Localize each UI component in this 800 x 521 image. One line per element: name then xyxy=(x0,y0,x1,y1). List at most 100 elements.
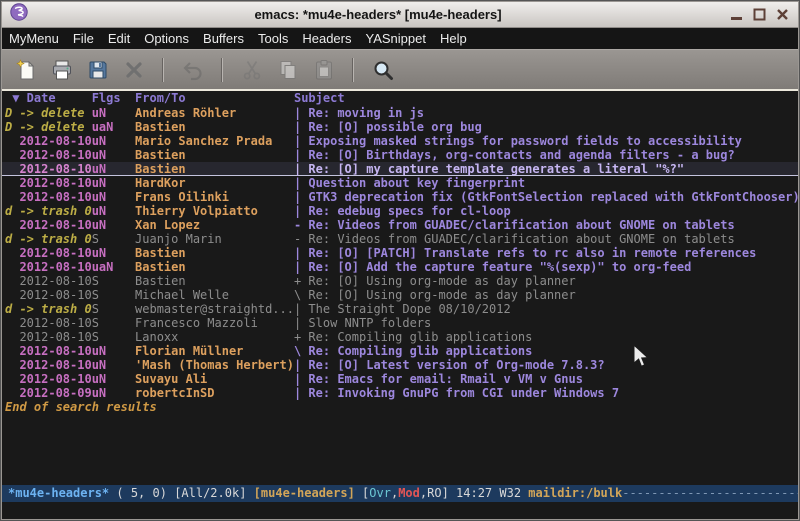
message-date: D -> delete xyxy=(5,120,92,134)
toolbar-separator xyxy=(352,58,354,82)
modeline-segment-plain: 14:27 xyxy=(456,486,499,500)
message-date: 2012-08-09 xyxy=(5,386,92,400)
column-header-flags[interactable]: Flgs xyxy=(92,91,135,106)
message-row[interactable]: 2012-08-10uNFlorian Müllner\ Re: Compili… xyxy=(2,344,798,358)
message-row[interactable]: 2012-08-10SLanoxx+ Re: Compiling glib ap… xyxy=(2,330,798,344)
message-subject: | Re: moving in js xyxy=(294,106,798,120)
toolbar-separator xyxy=(221,58,223,82)
message-from: Andreas Röhler xyxy=(135,106,294,120)
message-from: Suvayu Ali xyxy=(135,372,294,386)
message-subject: + Re: Compiling glib applications xyxy=(294,330,798,344)
message-row[interactable]: 2012-08-10SMichael Welle\ Re: [O] Using … xyxy=(2,288,798,302)
message-row[interactable]: d -> trash 0SJuanjo Marin- Re: Videos fr… xyxy=(2,232,798,246)
message-subject: | Re: [O] Add the capture feature "%(sex… xyxy=(294,260,798,274)
message-row[interactable]: 2012-08-10uNFrans Oilinki| GTK3 deprecat… xyxy=(2,190,798,204)
close-button[interactable] xyxy=(774,7,790,23)
message-row[interactable]: D -> deleteuaNBastien| Re: [O] possible … xyxy=(2,120,798,134)
message-date: 2012-08-10 xyxy=(5,288,92,302)
menu-item-file[interactable]: File xyxy=(66,28,101,49)
minimize-icon xyxy=(729,7,744,22)
new-file-button[interactable] xyxy=(12,56,39,83)
message-row[interactable]: 2012-08-10uNHardKor| Question about key … xyxy=(2,176,798,190)
message-subject: | The Straight Dope 08/10/2012 xyxy=(294,302,798,316)
modeline-segment-plain: ] xyxy=(442,486,456,500)
message-from: 'Mash (Thomas Herbert) xyxy=(135,358,294,372)
close-buffer-icon xyxy=(122,58,146,82)
message-row[interactable]: 2012-08-10uaNBastien| Re: [O] Add the ca… xyxy=(2,260,798,274)
message-row[interactable]: 2012-08-10uNBastien| Re: [O] my capture … xyxy=(2,162,798,176)
message-row[interactable]: 2012-08-09uNrobertcInSD| Re: Invoking Gn… xyxy=(2,386,798,400)
modeline-segment-plain: [All/2.0k] xyxy=(174,486,253,500)
modeline-segment-dashes: ------------------------------ xyxy=(622,486,798,500)
message-flags: uN xyxy=(92,190,135,204)
message-row[interactable]: 2012-08-10uN'Mash (Thomas Herbert)| Re: … xyxy=(2,358,798,372)
column-header-from[interactable]: From/To xyxy=(135,91,294,106)
save-icon xyxy=(86,58,110,82)
maximize-button[interactable] xyxy=(751,7,767,23)
modeline-segment-plain: ( 5, 0) xyxy=(109,486,174,500)
mu4e-headers-buffer[interactable]: ▼ Date Flgs From/To Subject D -> deleteu… xyxy=(2,91,798,485)
message-date: 2012-08-10 xyxy=(5,148,92,162)
message-from: Bastien xyxy=(135,274,294,288)
message-row[interactable]: d -> trash 0uNThierry Volpiatto| Re: ede… xyxy=(2,204,798,218)
message-flags: uaN xyxy=(92,120,135,134)
message-row[interactable]: 2012-08-10uNBastien| Re: [O] [PATCH] Tra… xyxy=(2,246,798,260)
message-row[interactable]: 2012-08-10uNBastien| Re: [O] Birthdays, … xyxy=(2,148,798,162)
message-subject: \ Re: Compiling glib applications xyxy=(294,344,798,358)
message-row[interactable]: d -> trash 0Swebmaster@straightd...| The… xyxy=(2,302,798,316)
message-subject: | Re: Emacs for email: Rmail v VM v Gnus xyxy=(294,372,798,386)
search-button[interactable] xyxy=(369,56,396,83)
message-flags: S xyxy=(92,330,135,344)
message-subject: | Re: [O] Latest version of Org-mode 7.8… xyxy=(294,358,798,372)
menu-item-yasnippet[interactable]: YASnippet xyxy=(358,28,432,49)
close-button[interactable] xyxy=(120,56,147,83)
message-from: robertcInSD xyxy=(135,386,294,400)
menu-item-edit[interactable]: Edit xyxy=(101,28,137,49)
message-subject: | Question about key fingerprint xyxy=(294,176,798,190)
menu-item-mymenu[interactable]: MyMenu xyxy=(2,28,66,49)
message-row[interactable]: 2012-08-10uNSuvayu Ali| Re: Emacs for em… xyxy=(2,372,798,386)
menu-item-tools[interactable]: Tools xyxy=(251,28,295,49)
message-list: D -> deleteuNAndreas Röhler| Re: moving … xyxy=(2,106,798,400)
modeline-segment-overwrite: Ovr xyxy=(369,486,391,500)
message-from: Bastien xyxy=(135,260,294,274)
column-header-date[interactable]: ▼ Date xyxy=(5,91,92,106)
message-date: 2012-08-10 xyxy=(5,260,92,274)
message-row[interactable]: 2012-08-10SFrancesco Mazzoli| Slow NNTP … xyxy=(2,316,798,330)
paste-icon xyxy=(312,58,336,82)
paste-button xyxy=(310,56,337,83)
message-flags: uN xyxy=(92,386,135,400)
message-subject: - Re: Videos from GUADEC/clarification a… xyxy=(294,218,798,232)
menu-item-headers[interactable]: Headers xyxy=(295,28,358,49)
message-from: Juanjo Marin xyxy=(135,232,294,246)
menu-item-options[interactable]: Options xyxy=(137,28,196,49)
column-header-subject[interactable]: Subject xyxy=(294,91,798,106)
message-flags: uN xyxy=(92,134,135,148)
print-button[interactable] xyxy=(48,56,75,83)
message-flags: uN xyxy=(92,344,135,358)
message-flags: S xyxy=(92,288,135,302)
message-flags: uN xyxy=(92,358,135,372)
echo-area[interactable] xyxy=(2,502,798,519)
message-row[interactable]: 2012-08-10uNXan Lopez- Re: Videos from G… xyxy=(2,218,798,232)
menu-item-buffers[interactable]: Buffers xyxy=(196,28,251,49)
message-date: 2012-08-10 xyxy=(5,162,92,176)
message-flags: uN xyxy=(92,204,135,218)
save-button[interactable] xyxy=(84,56,111,83)
modeline-segment-plain: W32 xyxy=(499,486,528,500)
minimize-button[interactable] xyxy=(728,7,744,23)
message-row[interactable]: 2012-08-10uNMario Sanchez Prada| Exposin… xyxy=(2,134,798,148)
message-date: 2012-08-10 xyxy=(5,372,92,386)
message-flags: uN xyxy=(92,106,135,120)
message-row[interactable]: D -> deleteuNAndreas Röhler| Re: moving … xyxy=(2,106,798,120)
title-bar[interactable]: emacs: *mu4e-headers* [mu4e-headers] xyxy=(2,2,798,28)
message-flags: S xyxy=(92,302,135,316)
message-row[interactable]: 2012-08-10SBastien+ Re: [O] Using org-mo… xyxy=(2,274,798,288)
message-date: 2012-08-10 xyxy=(5,246,92,260)
message-from: Florian Müllner xyxy=(135,344,294,358)
menu-item-help[interactable]: Help xyxy=(433,28,474,49)
message-subject: | Re: [O] my capture template generates … xyxy=(294,162,798,176)
message-date: 2012-08-10 xyxy=(5,218,92,232)
message-flags: S xyxy=(92,274,135,288)
window-title: emacs: *mu4e-headers* [mu4e-headers] xyxy=(34,7,722,22)
